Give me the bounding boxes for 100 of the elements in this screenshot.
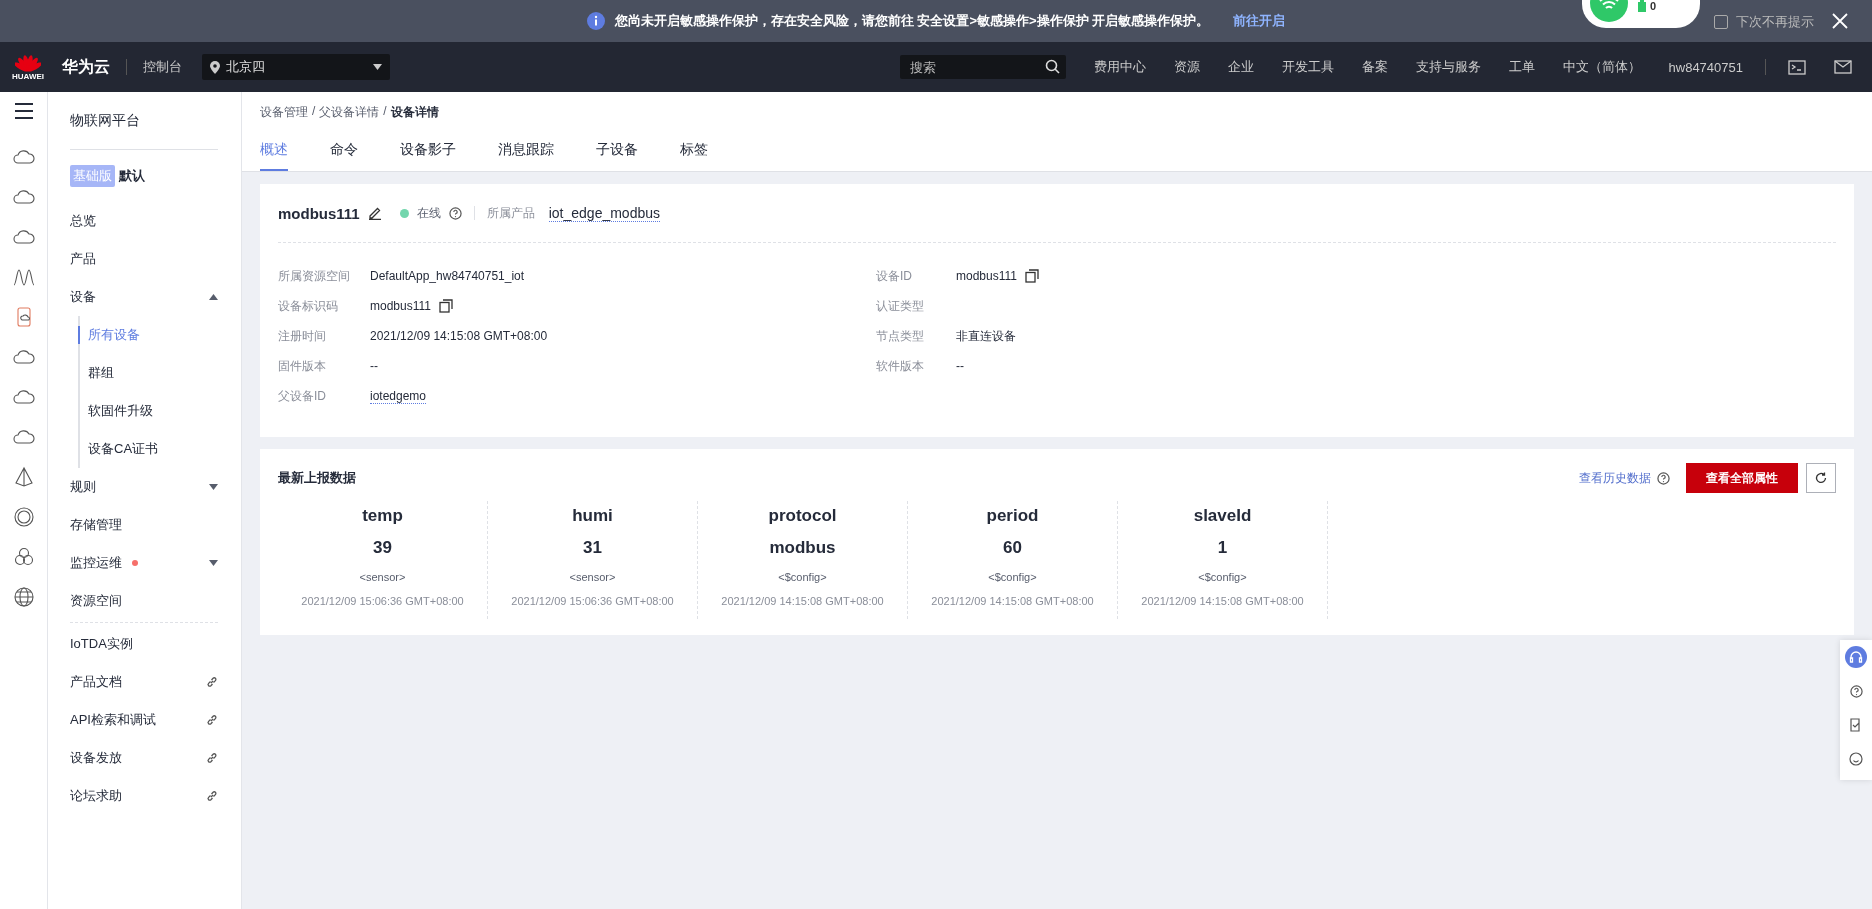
breadcrumb-link[interactable]: 父设备详情 xyxy=(319,104,380,121)
nav-link[interactable]: 备案 xyxy=(1361,58,1388,76)
sidebar-subitem[interactable]: 群组 xyxy=(80,354,208,392)
property-value: 39 xyxy=(373,537,392,559)
field-value: modbus111 xyxy=(956,269,1017,283)
field-label: 设备ID xyxy=(876,267,913,285)
search-icon[interactable] xyxy=(1044,59,1060,74)
property-name: period xyxy=(986,505,1039,527)
status-text: 在线 xyxy=(416,204,441,222)
nav-link[interactable]: 企业 xyxy=(1227,58,1254,76)
field-label: 固件版本 xyxy=(278,357,327,375)
sidebar-link[interactable]: API检索和调试 xyxy=(70,701,218,739)
brand-name: 华为云 xyxy=(62,56,110,77)
close-icon[interactable] xyxy=(1830,11,1850,31)
tab[interactable]: 概述 xyxy=(260,141,288,171)
copy-icon[interactable] xyxy=(438,299,453,313)
battery-level: 0 xyxy=(1650,0,1657,12)
terminal-icon[interactable] xyxy=(1788,59,1806,75)
property-time: 2021/12/09 14:15:08 GMT+08:00 xyxy=(931,594,1094,609)
property-time: 2021/12/09 15:06:36 GMT+08:00 xyxy=(301,594,464,609)
menu-icon[interactable] xyxy=(12,100,35,122)
field-value: modbus111 xyxy=(370,299,431,313)
user-name[interactable]: hw84740751 xyxy=(1668,59,1743,75)
copy-icon[interactable] xyxy=(1024,269,1039,283)
caret-down-icon xyxy=(209,484,218,490)
tab[interactable]: 消息跟踪 xyxy=(498,141,554,171)
sidebar-item[interactable]: 产品 xyxy=(70,240,218,278)
cluster-icon[interactable] xyxy=(12,546,35,568)
property-name: temp xyxy=(362,505,403,527)
nav-link[interactable]: 中文（简体） xyxy=(1562,58,1641,76)
property-time: 2021/12/09 15:06:36 GMT+08:00 xyxy=(511,594,674,609)
field-value: -- xyxy=(370,359,378,373)
sidebar-item[interactable]: 规则 xyxy=(70,468,218,506)
sidebar-link[interactable]: IoTDA实例 xyxy=(70,625,218,663)
caret-down-icon xyxy=(209,560,218,566)
property-name: protocol xyxy=(768,505,837,527)
property-time: 2021/12/09 14:15:08 GMT+08:00 xyxy=(1141,594,1304,609)
sidebar-item[interactable]: 存储管理 xyxy=(70,506,218,544)
property-type: <$config> xyxy=(778,570,827,585)
property-value: 1 xyxy=(1217,537,1228,559)
help-icon xyxy=(1657,471,1670,485)
parent-device-link[interactable]: iotedgemo xyxy=(370,388,427,404)
sidebar-subitem[interactable]: 所有设备 xyxy=(80,316,208,354)
sidebar-item[interactable]: 监控运维 xyxy=(70,544,218,582)
badge-icon[interactable] xyxy=(12,506,35,528)
field-label: 软件版本 xyxy=(876,357,925,375)
history-link[interactable]: 查看历史数据 xyxy=(1579,469,1651,487)
dont-show-checkbox[interactable]: 下次不再提示 xyxy=(1714,13,1814,31)
sidebar-item[interactable]: 设备 xyxy=(70,278,218,316)
product-link[interactable]: iot_edge_modbus xyxy=(548,204,660,222)
sidebar-link[interactable]: 论坛求助 xyxy=(70,777,218,815)
product-label: 所属产品 xyxy=(486,204,535,222)
refresh-button[interactable] xyxy=(1806,463,1836,493)
field-value: DefaultApp_hw84740751_iot xyxy=(370,269,525,283)
sidebar-link[interactable]: 设备发放 xyxy=(70,739,218,777)
sidebar-link[interactable]: 产品文档 xyxy=(70,663,218,701)
edition-badge: 基础版 xyxy=(70,165,115,187)
field-label: 父设备ID xyxy=(278,387,327,405)
property-time: 2021/12/09 14:15:08 GMT+08:00 xyxy=(721,594,884,609)
question-icon xyxy=(1849,684,1863,698)
field-label: 节点类型 xyxy=(876,327,925,345)
view-all-button[interactable]: 查看全部属性 xyxy=(1686,463,1798,493)
logo-text: HUAWEI xyxy=(12,71,44,81)
pyramid-icon[interactable] xyxy=(12,466,35,488)
caret-down-icon xyxy=(373,64,382,70)
property-type: <$config> xyxy=(988,570,1037,585)
region-select[interactable]: 北京四 xyxy=(202,54,390,80)
tab[interactable]: 命令 xyxy=(330,141,358,171)
property-type: <sensor> xyxy=(569,570,616,585)
device-name: modbus111 xyxy=(278,204,360,222)
sidebar-item[interactable]: 总览 xyxy=(70,202,218,240)
nav-link[interactable]: 资源 xyxy=(1173,58,1200,76)
sidebar-subitem[interactable]: 软固件升级 xyxy=(80,392,208,430)
info-icon xyxy=(586,12,605,30)
nav-link[interactable]: 费用中心 xyxy=(1093,58,1146,76)
link-icon xyxy=(206,790,218,802)
nav-link[interactable]: 开发工具 xyxy=(1281,58,1334,76)
sidebar-item[interactable]: 资源空间 xyxy=(70,582,218,620)
field-value: 2021/12/09 14:15:08 GMT+08:00 xyxy=(370,329,548,343)
property-name: slaveId xyxy=(1193,505,1252,527)
battery-icon xyxy=(1638,0,1646,12)
breadcrumb-link[interactable]: 设备管理 xyxy=(260,104,308,121)
edit-icon[interactable] xyxy=(367,206,382,220)
search-field[interactable]: 搜索 xyxy=(899,55,1066,79)
breadcrumb-separator: / xyxy=(383,104,387,120)
sidebar-subitem[interactable]: 设备CA证书 xyxy=(80,430,208,468)
globe-icon[interactable] xyxy=(12,586,35,608)
tab[interactable]: 设备影子 xyxy=(400,141,456,171)
tab[interactable]: 标签 xyxy=(680,141,708,171)
tab[interactable]: 子设备 xyxy=(596,141,638,171)
field-value: 非直连设备 xyxy=(956,327,1016,345)
nav-link[interactable]: 支持与服务 xyxy=(1415,58,1481,76)
headset-icon[interactable] xyxy=(1845,646,1867,668)
breadcrumb-current: 设备详情 xyxy=(390,104,439,121)
nav-link[interactable]: 工单 xyxy=(1508,58,1535,76)
console-link[interactable]: 控制台 xyxy=(143,58,182,76)
mail-icon[interactable] xyxy=(1834,60,1852,74)
enable-link[interactable]: 前往开启 xyxy=(1233,12,1286,30)
link-icon xyxy=(206,714,218,726)
field-value: -- xyxy=(956,359,964,373)
